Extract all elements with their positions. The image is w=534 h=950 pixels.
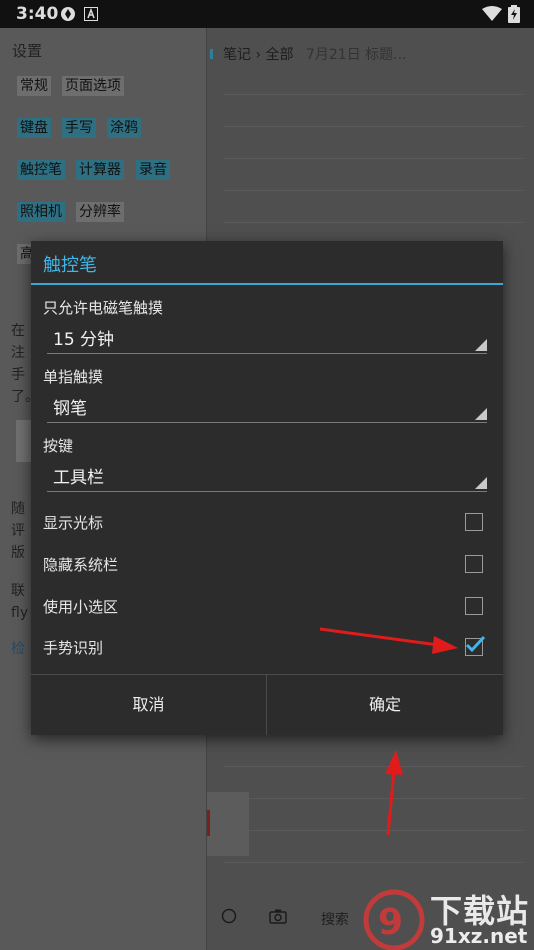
watermark-logo-icon: 9 [363,889,425,950]
arrow-to-ok-button [385,750,403,836]
watermark-text-url: 91xz.net [430,924,528,948]
annotation-arrows [319,627,458,836]
svg-text:9: 9 [378,902,403,943]
site-watermark: 9 下载站 91xz.net [360,886,534,950]
arrow-to-checkbox [319,627,458,654]
